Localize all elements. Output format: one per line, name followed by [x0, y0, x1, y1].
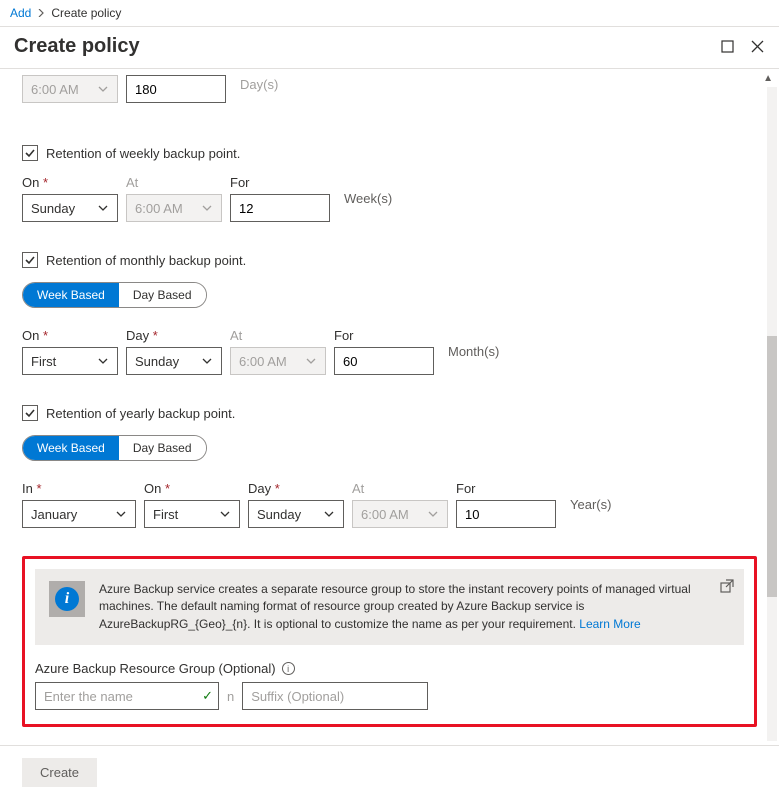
- yearly-for-input[interactable]: [456, 500, 556, 528]
- weekly-on-select[interactable]: Sunday: [22, 194, 118, 222]
- monthly-at-select: 6:00 AM: [230, 347, 326, 375]
- weekly-for-input[interactable]: [230, 194, 330, 222]
- info-icon: i: [55, 587, 79, 611]
- yearly-day-select[interactable]: Sunday: [248, 500, 344, 528]
- daily-retention-input[interactable]: [126, 75, 226, 103]
- breadcrumb-add[interactable]: Add: [10, 6, 31, 20]
- rg-separator: n: [225, 689, 236, 704]
- yearly-in-select[interactable]: January: [22, 500, 136, 528]
- monthly-for-input[interactable]: [334, 347, 434, 375]
- info-banner: i Azure Backup service creates a separat…: [35, 569, 744, 645]
- yearly-unit: Year(s): [570, 497, 611, 512]
- weekly-checkbox[interactable]: [22, 145, 38, 161]
- weekly-for-label: For: [230, 175, 330, 190]
- monthly-day-select[interactable]: Sunday: [126, 347, 222, 375]
- yearly-checkbox[interactable]: [22, 405, 38, 421]
- monthly-at-label: At: [230, 328, 326, 343]
- yearly-day-based[interactable]: Day Based: [119, 436, 206, 460]
- learn-more-link[interactable]: Learn More: [579, 617, 640, 631]
- monthly-day-label: Day: [126, 328, 149, 343]
- weekly-on-label: On: [22, 175, 39, 190]
- yearly-basis-toggle: Week Based Day Based: [22, 435, 207, 461]
- monthly-on-label: On: [22, 328, 39, 343]
- info-text: Azure Backup service creates a separate …: [99, 581, 730, 633]
- yearly-on-label: On: [144, 481, 161, 496]
- monthly-week-based[interactable]: Week Based: [23, 283, 119, 307]
- tooltip-icon[interactable]: i: [282, 662, 295, 675]
- monthly-basis-toggle: Week Based Day Based: [22, 282, 207, 308]
- info-icon-wrap: i: [49, 581, 85, 617]
- yearly-checkbox-label: Retention of yearly backup point.: [46, 406, 235, 421]
- maximize-icon[interactable]: [719, 39, 735, 55]
- monthly-on-select[interactable]: First: [22, 347, 118, 375]
- yearly-at-label: At: [352, 481, 448, 496]
- yearly-on-select[interactable]: First: [144, 500, 240, 528]
- yearly-at-select: 6:00 AM: [352, 500, 448, 528]
- titlebar: Create policy: [0, 27, 779, 69]
- monthly-for-label: For: [334, 328, 434, 343]
- rg-suffix-input[interactable]: [242, 682, 428, 710]
- highlighted-section: i Azure Backup service creates a separat…: [22, 556, 757, 727]
- yearly-day-label: Day: [248, 481, 271, 496]
- weekly-unit: Week(s): [344, 191, 392, 206]
- yearly-in-label: In: [22, 481, 33, 496]
- yearly-for-label: For: [456, 481, 556, 496]
- rg-name-input[interactable]: [35, 682, 219, 710]
- yearly-week-based[interactable]: Week Based: [23, 436, 119, 460]
- rg-label: Azure Backup Resource Group (Optional): [35, 661, 276, 676]
- breadcrumb: Add Create policy: [0, 0, 779, 27]
- weekly-at-select: 6:00 AM: [126, 194, 222, 222]
- monthly-checkbox-label: Retention of monthly backup point.: [46, 253, 246, 268]
- monthly-unit: Month(s): [448, 344, 499, 359]
- weekly-at-label: At: [126, 175, 222, 190]
- chevron-right-icon: [37, 6, 45, 20]
- daily-unit: Day(s): [240, 77, 278, 92]
- breadcrumb-current: Create policy: [51, 6, 121, 20]
- page-title: Create policy: [14, 35, 705, 58]
- external-link-icon[interactable]: [720, 579, 734, 593]
- footer: Create: [0, 745, 779, 799]
- create-button[interactable]: Create: [22, 758, 97, 787]
- daily-time-select: 6:00 AM: [22, 75, 118, 103]
- weekly-checkbox-label: Retention of weekly backup point.: [46, 146, 240, 161]
- monthly-checkbox[interactable]: [22, 252, 38, 268]
- monthly-day-based[interactable]: Day Based: [119, 283, 206, 307]
- close-icon[interactable]: [749, 39, 765, 55]
